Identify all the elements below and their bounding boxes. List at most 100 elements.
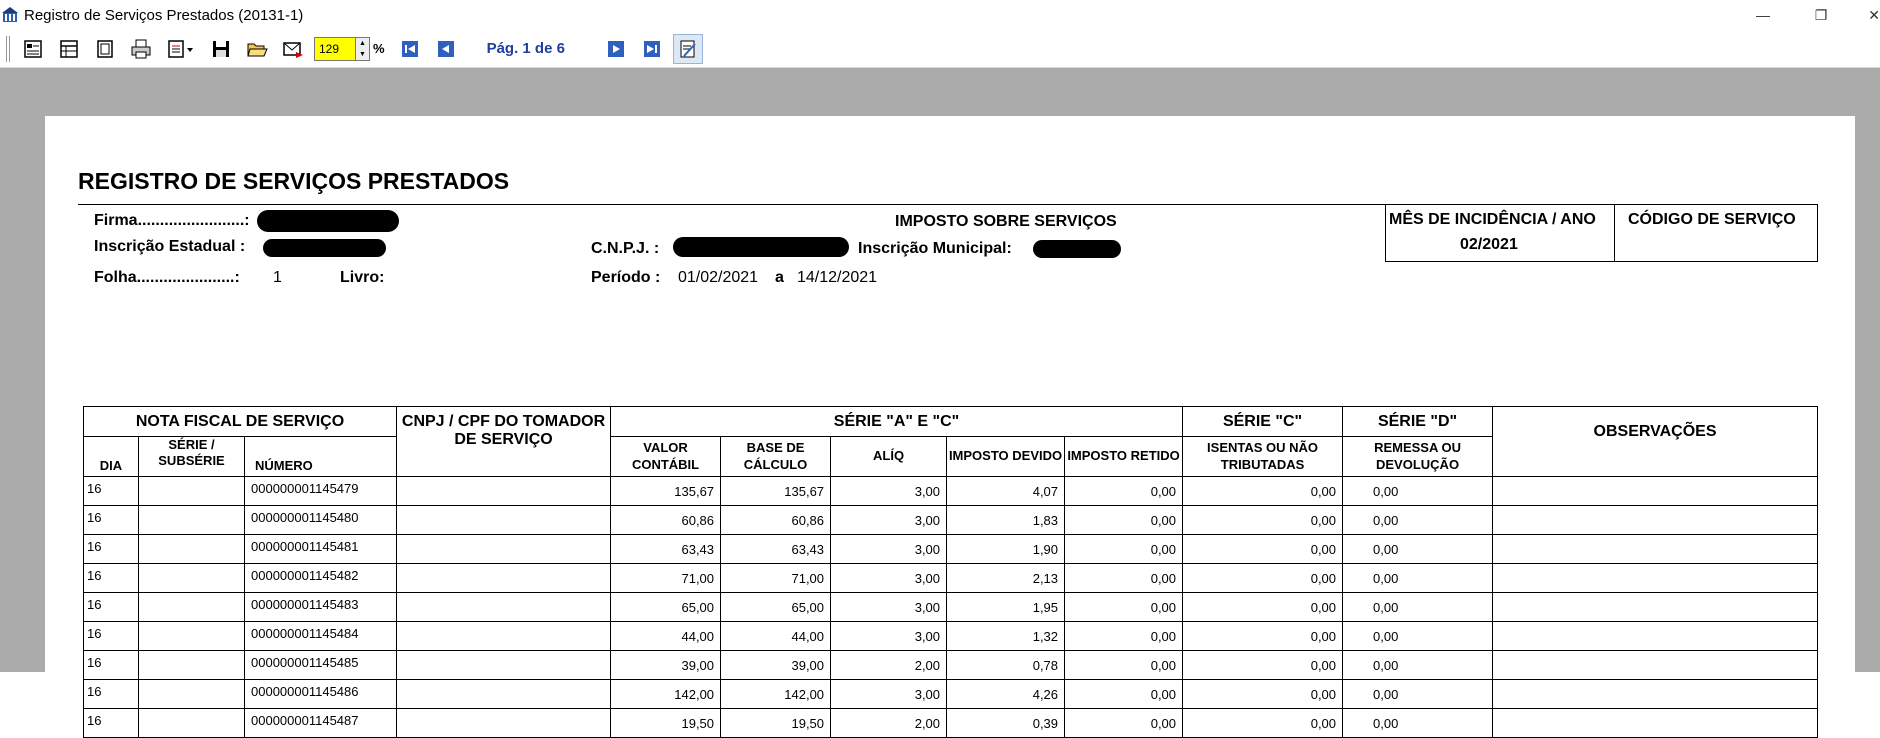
- periodo-end: 14/12/2021: [797, 269, 878, 286]
- isentas-cell: 0,00: [1182, 592, 1344, 622]
- close-button[interactable]: ✕: [1850, 0, 1880, 30]
- save-button[interactable]: [206, 34, 236, 64]
- edit-report-button[interactable]: [672, 33, 703, 64]
- observacoes-cell: [1492, 650, 1819, 680]
- cnpj-cell: [396, 534, 612, 564]
- last-page-button[interactable]: [637, 34, 667, 64]
- email-button[interactable]: [278, 34, 308, 64]
- remessa-cell: 0,00: [1342, 592, 1494, 622]
- envelope-icon: [283, 41, 303, 58]
- zoom-stepper[interactable]: ▲ ▼: [356, 36, 370, 61]
- imposto-devido-cell: 0,78: [946, 650, 1066, 680]
- isentas-cell: 0,00: [1182, 563, 1344, 593]
- page-setup-button[interactable]: [18, 34, 48, 64]
- numero-cell: 000000001145481: [243, 534, 398, 564]
- observacoes-header: OBSERVAÇÕES: [1492, 406, 1819, 477]
- table-row: 16 000000001145484 44,00 44,00 3,00 1,32 0,00 0…: [83, 621, 1819, 651]
- serie-subserie-header: SÉRIE / SUBSÉRIE: [138, 436, 245, 477]
- aliq-header: ALÍQ: [830, 436, 948, 477]
- open-button[interactable]: [242, 34, 272, 64]
- valor-contabil-cell: 19,50: [610, 708, 722, 738]
- cnpj-cell: [396, 708, 612, 738]
- table-body: 16 000000001145479 135,67 135,67 3,00 4,07 0,0…: [83, 476, 1819, 738]
- isentas-cell: 0,00: [1182, 650, 1344, 680]
- serie-cell: [138, 476, 245, 506]
- folha-label: Folha......................:: [94, 269, 240, 286]
- zoom-up-arrow-icon[interactable]: ▲: [356, 38, 369, 49]
- imposto-retido-cell: 0,00: [1064, 679, 1184, 709]
- edit-page-icon: [680, 40, 696, 57]
- imposto-retido-cell: 0,00: [1064, 563, 1184, 593]
- previous-page-button[interactable]: [431, 34, 461, 64]
- observacoes-cell: [1492, 505, 1819, 535]
- base-calculo-cell: 44,00: [720, 621, 832, 651]
- observacoes-cell: [1492, 476, 1819, 506]
- single-page-button[interactable]: [90, 34, 120, 64]
- table-row: 16 000000001145479 135,67 135,67 3,00 4,07 0,0…: [83, 476, 1819, 506]
- toolbar-grip[interactable]: [6, 35, 10, 62]
- next-page-button[interactable]: [601, 34, 631, 64]
- numero-cell: 000000001145482: [243, 563, 398, 593]
- serie-cell: [138, 563, 245, 593]
- imposto-retido-cell: 0,00: [1064, 708, 1184, 738]
- imposto-devido-cell: 1,32: [946, 621, 1066, 651]
- zoom-down-arrow-icon[interactable]: ▼: [356, 49, 369, 60]
- valor-contabil-header: VALOR CONTÁBIL: [610, 436, 722, 477]
- print-button[interactable]: [126, 34, 156, 64]
- base-calculo-cell: 65,00: [720, 592, 832, 622]
- base-calculo-cell: 19,50: [720, 708, 832, 738]
- numero-cell: 000000001145483: [243, 592, 398, 622]
- export-button[interactable]: [162, 34, 200, 64]
- maximize-button[interactable]: ❐: [1792, 0, 1850, 30]
- isentas-cell: 0,00: [1182, 679, 1344, 709]
- base-calculo-header: BASE DE CÁLCULO: [720, 436, 832, 477]
- numero-header: NÚMERO: [243, 436, 398, 477]
- isentas-cell: 0,00: [1182, 708, 1344, 738]
- numero-cell: 000000001145486: [243, 679, 398, 709]
- minimize-button[interactable]: —: [1734, 0, 1792, 30]
- report-page: REGISTRO DE SERVIÇOS PRESTADOS Firma....…: [45, 116, 1855, 738]
- imposto-retido-header: IMPOSTO RETIDO: [1064, 436, 1184, 477]
- base-calculo-cell: 39,00: [720, 650, 832, 680]
- base-calculo-cell: 63,43: [720, 534, 832, 564]
- cnpj-cell: [396, 621, 612, 651]
- page-setup-icon: [24, 39, 42, 58]
- isentas-cell: 0,00: [1182, 534, 1344, 564]
- imposto-devido-cell: 4,07: [946, 476, 1066, 506]
- cnpj-cpf-header: CNPJ / CPF DO TOMADOR DE SERVIÇO: [396, 406, 612, 477]
- report-viewport[interactable]: REGISTRO DE SERVIÇOS PRESTADOS Firma....…: [0, 68, 1880, 738]
- inscricao-municipal-label: Inscrição Municipal:: [858, 240, 1012, 257]
- cnpj-cell: [396, 505, 612, 535]
- table-view-button[interactable]: [54, 34, 84, 64]
- first-page-button[interactable]: [395, 34, 425, 64]
- report-toolbar: ▲ ▼ % Pág. 1 de 6: [0, 30, 1880, 68]
- imposto-devido-cell: 2,13: [946, 563, 1066, 593]
- title-underline: [78, 204, 1420, 205]
- open-folder-icon: [247, 43, 268, 56]
- firma-label: Firma........................:: [94, 212, 250, 229]
- isentas-cell: 0,00: [1182, 621, 1344, 651]
- aliq-cell: 3,00: [830, 505, 948, 535]
- report-title: REGISTRO DE SERVIÇOS PRESTADOS: [78, 168, 510, 194]
- next-page-icon: [607, 40, 624, 57]
- periodo-separator: a: [775, 269, 784, 286]
- aliq-cell: 2,00: [830, 708, 948, 738]
- table-row: 16 000000001145485 39,00 39,00 2,00 0,78 0,00 0…: [83, 650, 1819, 680]
- servicos-table: NOTA FISCAL DE SERVIÇO CNPJ / CPF DO TOM…: [82, 406, 1819, 738]
- dia-cell: 16: [83, 563, 139, 593]
- zoom-input[interactable]: [314, 36, 356, 61]
- imposto-devido-header: IMPOSTO DEVIDO: [946, 436, 1066, 477]
- aliq-cell: 3,00: [830, 592, 948, 622]
- valor-contabil-cell: 71,00: [610, 563, 722, 593]
- cnpj-cell: [396, 679, 612, 709]
- mes-incidencia-value: 02/2021: [1460, 236, 1518, 253]
- observacoes-cell: [1492, 621, 1819, 651]
- serie-cell: [138, 650, 245, 680]
- dia-cell: 16: [83, 476, 139, 506]
- aliq-cell: 3,00: [830, 476, 948, 506]
- table-row: 16 000000001145486 142,00 142,00 3,00 4,26 0,0…: [83, 679, 1819, 709]
- remessa-cell: 0,00: [1342, 505, 1494, 535]
- imposto-label: IMPOSTO SOBRE SERVIÇOS: [895, 213, 1117, 230]
- table-row: 16 000000001145482 71,00 71,00 3,00 2,13 0,00 0…: [83, 563, 1819, 593]
- floppy-disk-icon: [213, 40, 229, 57]
